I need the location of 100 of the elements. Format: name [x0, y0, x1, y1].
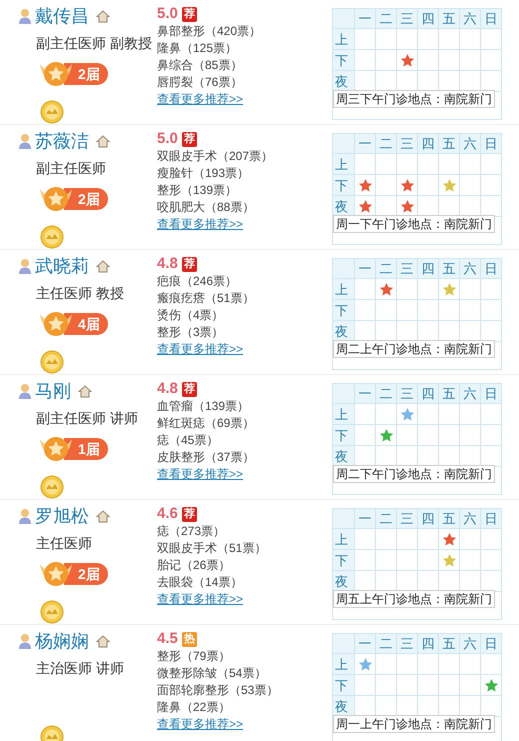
day-header: 四 — [418, 9, 439, 29]
period-label: 上 — [333, 154, 355, 175]
home-icon[interactable] — [96, 134, 110, 148]
vote-item: 胎记（26票） — [157, 557, 232, 574]
doctor-name[interactable]: 马刚 — [35, 380, 71, 402]
tag-label: 荐 — [182, 132, 197, 146]
day-header: 六 — [460, 9, 481, 29]
schedule-cell — [439, 404, 460, 425]
home-icon[interactable] — [96, 634, 110, 648]
vote-item: 隆鼻（125票） — [157, 40, 238, 57]
doctor-name[interactable]: 苏薇洁 — [35, 130, 89, 152]
day-header: 一 — [355, 509, 376, 529]
vote-item: 整形（3票） — [157, 324, 225, 341]
more-recommendations-link[interactable]: 查看更多推荐>> — [157, 591, 332, 608]
schedule-cell — [418, 154, 439, 175]
doctor-title: 副主任医师 副教授 — [36, 34, 153, 53]
vote-item: 微整形除皱（54票） — [157, 665, 268, 682]
home-icon[interactable] — [96, 510, 110, 522]
day-header: 四 — [418, 384, 439, 404]
period-label: 下 — [333, 425, 355, 446]
period-label: 上 — [333, 279, 355, 300]
vote-item: 咬肌肥大（88票） — [157, 199, 256, 216]
clinic-tooltip: 周二下午门诊地点：南院新门 — [333, 465, 495, 483]
day-header: 三 — [397, 9, 418, 29]
doctor-title: 主治医师 讲师 — [36, 659, 125, 678]
period-label: 夜 — [333, 446, 355, 467]
doctor-name[interactable]: 罗旭松 — [35, 505, 89, 527]
schedule-cell — [439, 654, 460, 675]
day-header: 一 — [355, 9, 376, 29]
schedule-cell — [376, 29, 397, 50]
period-label: 夜 — [333, 71, 355, 92]
vote-item: 双眼皮手术（51票） — [157, 540, 268, 557]
doctor-icon — [18, 508, 32, 524]
day-header: 二 — [376, 9, 397, 29]
day-header: 日 — [481, 9, 501, 29]
day-header: 六 — [460, 509, 481, 529]
more-recommendations-link[interactable]: 查看更多推荐>> — [157, 716, 332, 733]
vote-item: 面部轮廓整形（53票） — [157, 682, 280, 699]
clinic-tooltip: 周五上午门诊地点：南院新门 — [333, 590, 495, 608]
doctor-title: 主任医师 — [36, 534, 93, 553]
rating-score: 4.6 — [157, 505, 178, 523]
doctor-title: 副主任医师 讲师 — [36, 409, 139, 428]
schedule-cell — [376, 529, 397, 550]
day-header: 五 — [439, 134, 460, 154]
day-header: 三 — [397, 134, 418, 154]
doctor-name[interactable]: 杨娴娴 — [35, 630, 89, 652]
day-header: 二 — [376, 134, 397, 154]
home-icon[interactable] — [96, 10, 110, 22]
day-header: 四 — [418, 509, 439, 529]
schedule-cell — [460, 29, 481, 50]
vote-item: 瘢痕疙瘩（51票） — [157, 290, 256, 307]
rating-score: 5.0 — [157, 130, 178, 148]
schedule-cell — [376, 154, 397, 175]
vote-item: 整形（79票） — [157, 648, 232, 665]
schedule-cell — [397, 654, 418, 675]
tag-label: 荐 — [182, 256, 197, 272]
more-recommendations-link[interactable]: 查看更多推荐>> — [157, 466, 332, 483]
vote-item: 鼻综合（85票） — [157, 57, 244, 74]
period-label: 上 — [333, 654, 355, 675]
period-label: 上 — [333, 529, 355, 550]
home-icon[interactable] — [96, 260, 110, 272]
period-label: 下 — [333, 300, 355, 321]
period-label: 下 — [333, 175, 355, 196]
doctor-icon — [18, 633, 32, 649]
period-label: 夜 — [333, 321, 355, 342]
day-header: 二 — [376, 384, 397, 404]
vote-item: 皮肤整形（37票） — [157, 449, 256, 466]
period-label: 夜 — [333, 571, 355, 592]
vote-item: 疤痕（246票） — [157, 273, 238, 290]
rating-score: 5.0 — [157, 5, 178, 23]
doctor-name[interactable]: 戴传昌 — [35, 5, 89, 27]
period-label: 上 — [333, 404, 355, 425]
day-header: 六 — [460, 384, 481, 404]
vote-item: 唇腭裂（76票） — [157, 74, 244, 91]
vote-item: 血管瘤（139票） — [157, 398, 250, 415]
day-header: 五 — [439, 509, 460, 529]
day-header: 一 — [355, 259, 376, 279]
day-header: 一 — [355, 384, 376, 404]
medal-icon — [40, 350, 64, 374]
day-header: 五 — [439, 9, 460, 29]
medal-icon — [40, 100, 64, 124]
doctor-name[interactable]: 武晓莉 — [35, 255, 89, 277]
doctor-icon — [18, 258, 32, 274]
more-recommendations-link[interactable]: 查看更多推荐>> — [157, 341, 332, 358]
day-header: 一 — [355, 134, 376, 154]
tag-label: 热 — [182, 632, 197, 646]
period-label: 下 — [333, 550, 355, 571]
more-recommendations-link[interactable]: 查看更多推荐>> — [157, 216, 332, 233]
day-header: 日 — [481, 259, 501, 279]
day-header: 六 — [460, 634, 481, 654]
day-header: 二 — [376, 259, 397, 279]
vote-item: 去眼袋（14票） — [157, 574, 244, 591]
home-icon[interactable] — [78, 384, 92, 398]
day-header: 四 — [418, 134, 439, 154]
schedule-cell — [397, 529, 418, 550]
doctor-icon — [18, 133, 32, 149]
vote-item: 双眼皮手术（207票） — [157, 148, 274, 165]
more-recommendations-link[interactable]: 查看更多推荐>> — [157, 91, 332, 108]
vote-item: 鲜红斑痣（69票） — [157, 415, 256, 432]
day-header: 四 — [418, 634, 439, 654]
